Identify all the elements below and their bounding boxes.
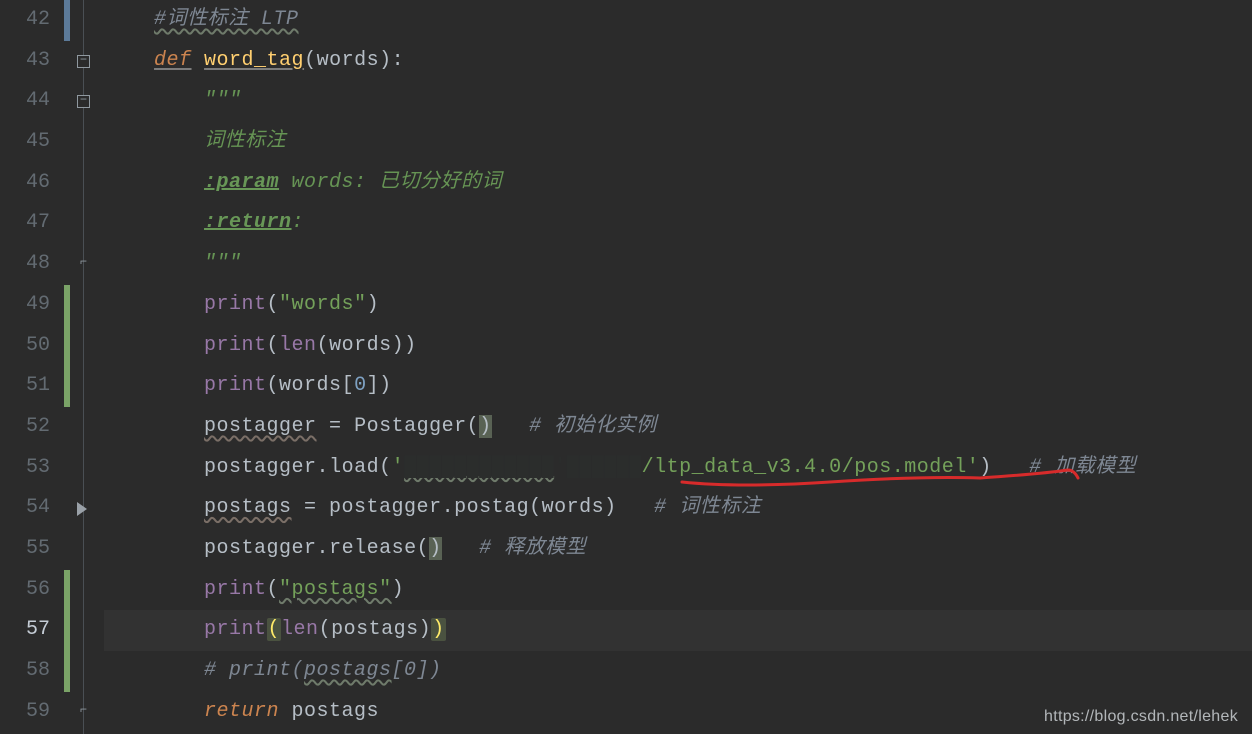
matched-paren: ( [267,618,282,641]
change-marker [64,0,70,41]
method: release [329,537,417,560]
line-number: 57 [0,610,50,651]
code-line[interactable]: print("words") [104,285,1252,326]
comment: # 词性标注 [654,496,761,519]
variable: postags [204,496,292,519]
code-line[interactable]: def word_tag(words): [104,41,1252,82]
change-marker [64,570,70,611]
code-line[interactable]: print("postags") [104,570,1252,611]
watermark-text: https://blog.csdn.net/lehek [1044,708,1238,726]
code-line[interactable]: postags = postagger.postag(words) # 词性标注 [104,488,1252,529]
matched-paren: ) [431,618,446,641]
change-marker [64,326,70,367]
string-literal: "words" [279,293,367,316]
builtin-print: print [204,578,267,601]
comment: # 释放模型 [479,537,586,560]
number-literal: 0 [354,374,367,397]
line-number: 46 [0,163,50,204]
builtin-len: len [281,618,319,641]
method: load [329,456,379,479]
method: postag [454,496,529,519]
builtin-print: print [204,374,267,397]
comment: #词性标注 LTP [154,8,299,31]
line-number: 53 [0,448,50,489]
docstring: """ [204,252,242,275]
code-area[interactable]: #词性标注 LTP def word_tag(words): """ 词性标注 … [104,0,1252,734]
builtin-print: print [204,618,267,641]
code-line[interactable]: postagger.release() # 释放模型 [104,529,1252,570]
code-line[interactable]: """ [104,244,1252,285]
line-number: 58 [0,651,50,692]
keyword-return: return [204,700,279,723]
line-number: 52 [0,407,50,448]
comment: # 初始化实例 [529,415,657,438]
code-editor[interactable]: 42 43 44 45 46 47 48 49 50 51 52 53 54 5… [0,0,1252,734]
code-line[interactable]: postagger = Postagger() # 初始化实例 [104,407,1252,448]
change-marker [64,610,70,651]
change-marker [64,285,70,326]
code-line[interactable]: # print(postags[0]) [104,651,1252,692]
fold-handle-icon[interactable]: − [77,55,90,68]
redacted-text: ████████████ [404,456,554,479]
line-number: 59 [0,692,50,733]
doc-tag: :return [204,211,292,234]
line-number: 48 [0,244,50,285]
docstring: 词性标注 [204,130,286,153]
change-marker [64,366,70,407]
code-line[interactable]: 词性标注 [104,122,1252,163]
code-line[interactable]: """ [104,81,1252,122]
comment: # 加载模型 [1029,456,1136,479]
parameter: words [317,49,380,72]
code-line[interactable]: :param words: 已切分好的词 [104,163,1252,204]
line-number: 50 [0,326,50,367]
builtin-print: print [204,334,267,357]
code-line[interactable]: print(words[0]) [104,366,1252,407]
line-number: 55 [0,529,50,570]
fold-handle-icon[interactable]: − [77,95,90,108]
run-line-icon[interactable] [77,502,87,516]
doc-tag: :param [204,171,279,194]
code-line[interactable]: :return: [104,203,1252,244]
code-line[interactable]: #词性标注 LTP [104,0,1252,41]
line-number: 42 [0,0,50,41]
variable: postagger [204,415,317,438]
line-number: 43 [0,41,50,82]
line-number: 45 [0,122,50,163]
line-number: 44 [0,81,50,122]
line-number: 56 [0,570,50,611]
code-line[interactable]: print(len(words)) [104,326,1252,367]
line-number: 54 [0,488,50,529]
fold-end-icon[interactable]: ⌐ [77,706,90,719]
line-number-gutter: 42 43 44 45 46 47 48 49 50 51 52 53 54 5… [0,0,64,734]
fold-end-icon[interactable]: ⌐ [77,258,90,271]
code-line-current[interactable]: print(len(postags)) [104,610,1252,651]
fold-gutter: − − ⌐ ⌐ [64,0,104,734]
change-marker [64,651,70,692]
keyword-def: def [154,49,192,72]
builtin-print: print [204,293,267,316]
line-number: 51 [0,366,50,407]
docstring: """ [204,89,242,112]
line-number: 47 [0,203,50,244]
builtin-len: len [279,334,317,357]
comment: # print( [204,659,304,682]
redacted-text: '██████ [554,456,642,479]
code-line[interactable]: postagger.load('████████████'██████/ltp_… [104,448,1252,489]
line-number: 49 [0,285,50,326]
class-name: Postagger [354,415,467,438]
function-name: word_tag [204,49,304,72]
string-literal: /ltp_data_v3.4.0/pos.model [642,456,967,479]
